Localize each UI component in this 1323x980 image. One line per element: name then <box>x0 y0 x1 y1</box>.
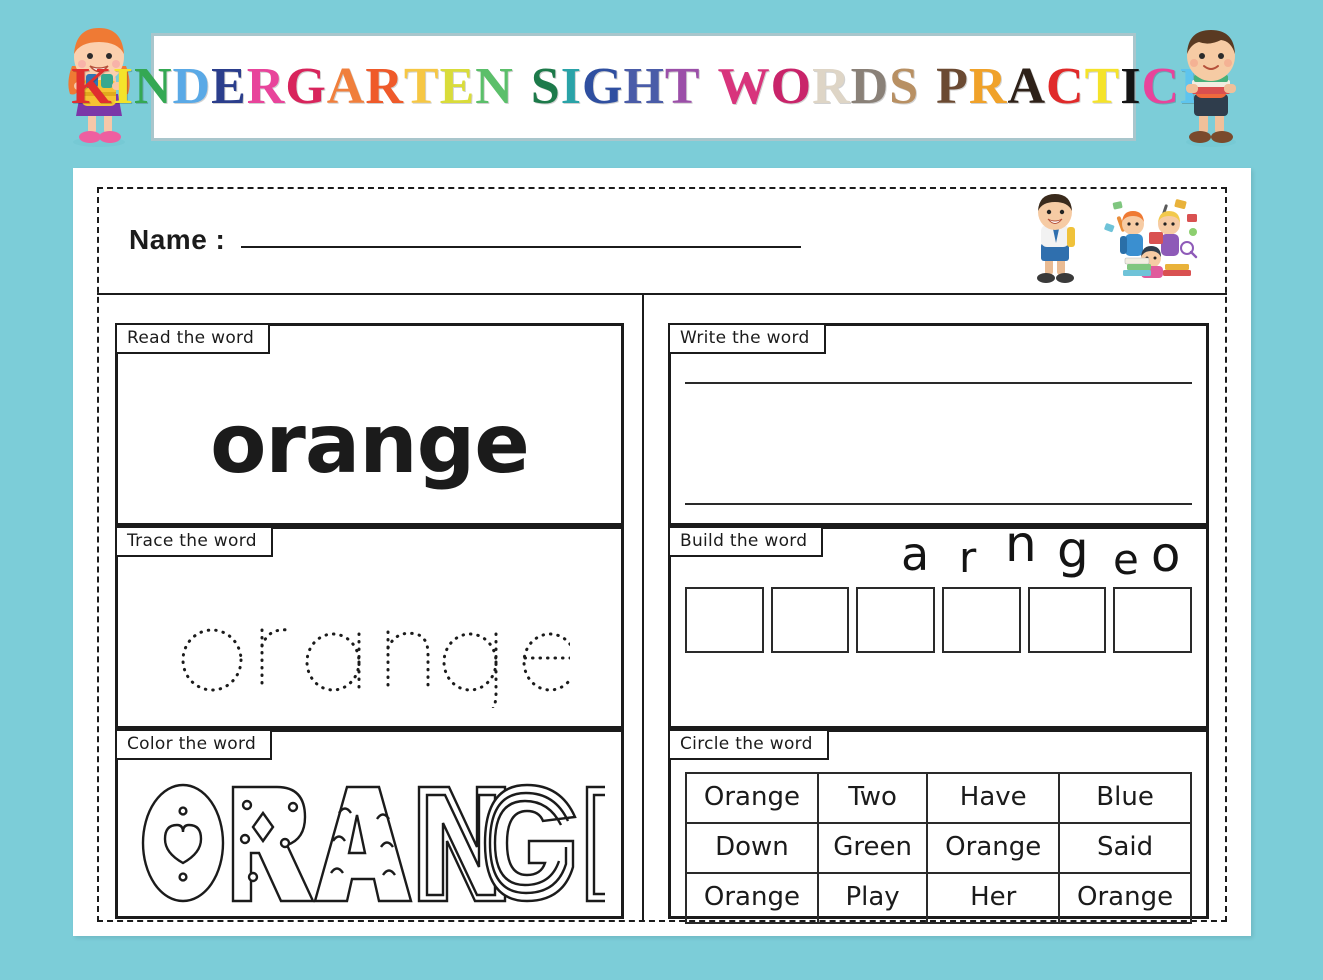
left-column: Read the word orange Trace the word Colo… <box>97 295 644 922</box>
scramble-letter-e[interactable]: e <box>1113 539 1139 581</box>
read-the-word-tag: Read the word <box>115 323 271 354</box>
trace-word-dotted <box>181 627 570 708</box>
title-letter-26: R <box>968 58 1008 115</box>
trace-the-word-tag: Trace the word <box>115 526 273 557</box>
scramble-letter-n[interactable]: n <box>1005 519 1037 569</box>
color-word-outline-letters <box>141 783 605 903</box>
title-letter-23: S <box>889 58 920 115</box>
circle-the-word-tag: Circle the word <box>668 729 829 760</box>
title-letter-13: S <box>530 58 561 115</box>
scramble-letter-a[interactable]: a <box>901 531 929 577</box>
name-label: Name : <box>129 224 226 255</box>
title-letter-3: D <box>172 58 212 115</box>
write-word-lines[interactable] <box>685 374 1192 511</box>
circle-word-cell-2-1[interactable]: Play <box>816 872 929 924</box>
build-box-5[interactable] <box>1027 587 1107 653</box>
circle-word-cell-2-0[interactable]: Orange <box>685 872 819 924</box>
title-letter-15: G <box>582 58 624 115</box>
page-header: KINDERGARTENSIGHTWORDSPRACTICE <box>0 0 1323 168</box>
color-word-area[interactable] <box>118 774 621 912</box>
circle-word-cell-1-2[interactable]: Orange <box>926 822 1061 874</box>
title-letter-17: T <box>664 58 701 115</box>
read-the-word-panel: Read the word orange <box>115 323 624 526</box>
right-column: Write the word Build the word arngeo Cir… <box>644 295 1227 924</box>
write-line-bottom <box>685 503 1192 505</box>
circle-word-cell-0-1[interactable]: Two <box>816 772 929 824</box>
build-box-3[interactable] <box>856 587 936 653</box>
write-line-top <box>685 382 1192 384</box>
title-letter-8: R <box>365 58 404 115</box>
title-letter-22: D <box>850 58 890 115</box>
scramble-letter-g[interactable]: g <box>1057 525 1089 575</box>
circle-word-row: Orange Play Her Orange <box>685 872 1192 924</box>
scrambled-letters: arngeo <box>901 513 1198 581</box>
title-letter-11: N <box>475 58 514 115</box>
worksheet-title-box: KINDERGARTENSIGHTWORDSPRACTICE <box>71 33 1215 141</box>
build-the-word-tag: Build the word <box>668 526 824 557</box>
read-word-text: orange <box>210 397 530 492</box>
page-title: KINDERGARTENSIGHTWORDSPRACTICE <box>71 61 1216 113</box>
circle-word-cell-1-0[interactable]: Down <box>685 822 819 874</box>
boy-with-books-icon <box>1166 26 1256 148</box>
build-box-4[interactable] <box>942 587 1021 653</box>
title-letter-27: A <box>1007 58 1046 115</box>
title-letter-5: R <box>246 58 286 115</box>
title-letter-21: R <box>812 58 851 115</box>
worksheet-page: Name : Read the word orange Trace the wo… <box>73 168 1251 936</box>
title-letter-29: T <box>1084 58 1121 115</box>
circle-word-cell-0-2[interactable]: Have <box>926 772 1061 824</box>
build-box-1[interactable] <box>685 587 764 653</box>
circle-word-table: Orange Two Have Blue Down Green Orange Said Oran… <box>685 772 1192 924</box>
title-letter-10: E <box>439 58 476 115</box>
title-letter-14: I <box>560 58 583 115</box>
title-letter-1: I <box>112 58 134 115</box>
title-letter-30: I <box>1120 58 1142 115</box>
title-letter-6: G <box>285 58 327 115</box>
trace-word-area[interactable] <box>118 569 621 726</box>
write-the-word-panel: Write the word <box>668 323 1209 526</box>
title-letter-25: P <box>936 58 969 115</box>
build-box-6[interactable] <box>1113 587 1193 653</box>
title-letter-2: N <box>133 58 173 115</box>
build-word-boxes <box>685 587 1193 653</box>
color-the-word-tag: Color the word <box>115 729 273 760</box>
circle-word-cell-1-1[interactable]: Green <box>816 822 929 874</box>
title-letter-20: O <box>770 58 813 115</box>
worksheet-grid: Read the word orange Trace the word Colo… <box>97 293 1227 924</box>
name-row-illustrations <box>1019 193 1201 290</box>
title-letter-9: T <box>403 58 440 115</box>
title-letter-19: W <box>717 58 771 115</box>
scramble-letter-o[interactable]: o <box>1151 531 1180 579</box>
color-the-word-panel: Color the word <box>115 729 624 919</box>
circle-the-word-panel: Circle the word Orange Two Have Blue Down Gre… <box>668 729 1209 924</box>
schoolboy-icon <box>1019 193 1089 290</box>
title-letter-4: E <box>211 58 247 115</box>
title-letter-0: K <box>71 58 113 115</box>
circle-word-cell-0-0[interactable]: Orange <box>685 772 819 824</box>
circle-word-cell-0-3[interactable]: Blue <box>1058 772 1192 824</box>
kids-with-supplies-icon <box>1103 196 1201 287</box>
circle-word-row: Orange Two Have Blue <box>685 772 1192 824</box>
name-row: Name : <box>97 187 1227 293</box>
scramble-letter-r[interactable]: r <box>959 537 976 579</box>
circle-word-row: Down Green Orange Said <box>685 822 1192 874</box>
circle-word-cell-1-3[interactable]: Said <box>1058 822 1192 874</box>
title-letter-16: H <box>623 58 665 115</box>
build-box-2[interactable] <box>770 587 850 653</box>
circle-word-cell-2-3[interactable]: Orange <box>1058 872 1192 924</box>
trace-the-word-panel: Trace the word <box>115 526 624 729</box>
write-the-word-tag: Write the word <box>668 323 826 354</box>
name-input-line[interactable] <box>241 246 802 248</box>
title-letter-28: C <box>1046 58 1085 115</box>
build-the-word-panel: Build the word arngeo <box>668 519 1209 729</box>
circle-word-cell-2-2[interactable]: Her <box>926 872 1061 924</box>
title-letter-7: A <box>326 58 366 115</box>
